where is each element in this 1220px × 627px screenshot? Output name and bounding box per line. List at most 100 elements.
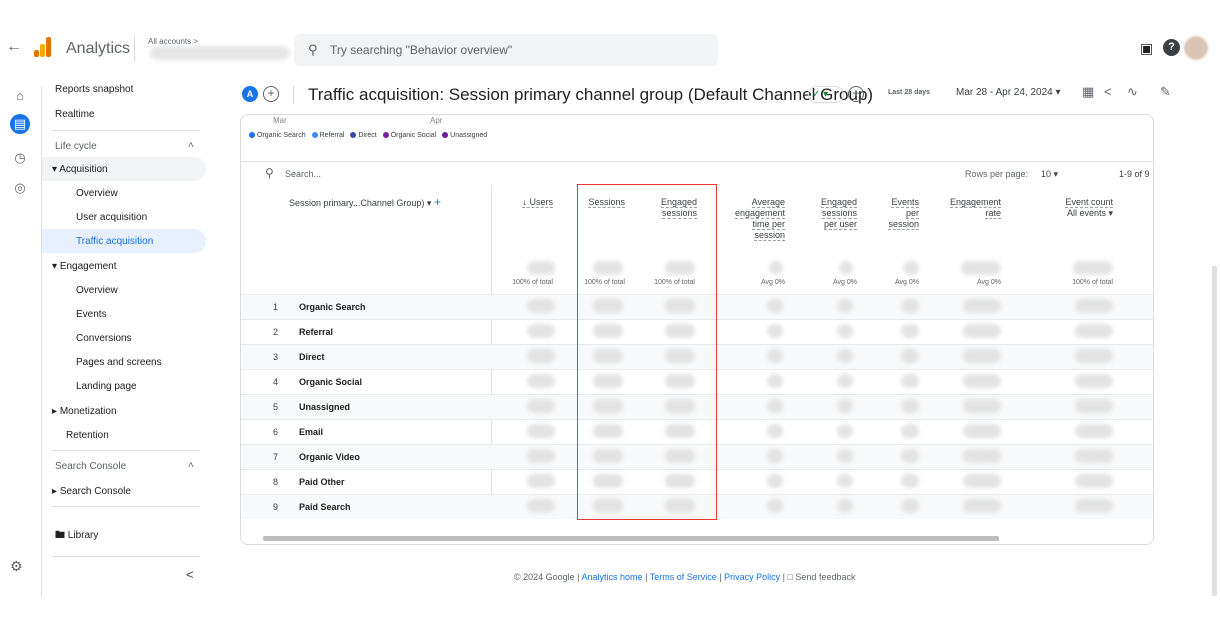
blurred-metric [963, 499, 1001, 513]
add-dimension-icon[interactable]: + [434, 195, 441, 209]
event-count-filter[interactable]: All events ▾ [1067, 208, 1113, 218]
blurred-metric [837, 349, 853, 363]
blurred-metric [901, 449, 919, 463]
nav-acq-overview[interactable]: Overview [76, 188, 118, 199]
nav-acquisition[interactable]: ▾ Acquisition [52, 164, 108, 175]
legend-label: Direct [358, 132, 377, 139]
row-channel: Organic Social [299, 377, 363, 387]
caret-down-icon: ▾ [52, 261, 60, 272]
blurred-metric [1075, 399, 1113, 413]
blurred-metric [1075, 499, 1113, 513]
blurred-metric [901, 474, 919, 488]
blurred-metric [527, 374, 555, 388]
col-event-count[interactable]: Event count All events ▾ [1023, 197, 1113, 219]
blurred-metric [1075, 374, 1113, 388]
nav-pages-and-screens[interactable]: Pages and screens [76, 357, 162, 368]
search-icon: ⚲ [308, 42, 318, 57]
col-avg-engagement-label: Average engagement time per session [734, 197, 785, 241]
comparison-badge[interactable]: A [242, 86, 258, 102]
divider [52, 130, 200, 131]
date-range-picker[interactable]: Mar 28 - Apr 24, 2024 ▾ [956, 87, 1061, 98]
nav-events[interactable]: Events [76, 309, 107, 320]
search-bar[interactable]: ⚲ Try searching "Behavior overview" [294, 34, 718, 66]
nav-conversions[interactable]: Conversions [76, 333, 132, 344]
nav-landing-page[interactable]: Landing page [76, 381, 137, 392]
accounts-breadcrumb[interactable]: All accounts > [148, 37, 198, 46]
row-index: 3 [273, 352, 279, 362]
analytics-home-link[interactable]: Analytics home [582, 572, 643, 582]
nav-search-console[interactable]: ▸ Search Console [52, 486, 131, 497]
chart-legend: Organic Search Referral Direct Organic S… [249, 132, 487, 139]
blurred-metric [1075, 299, 1113, 313]
explore-icon[interactable]: ◷ [10, 148, 30, 168]
chevron-up-icon[interactable]: ˄ [188, 140, 194, 151]
nav-search-console-label: Search Console [59, 486, 131, 497]
reports-icon[interactable]: ▤ [10, 114, 30, 134]
nav-library[interactable]: 🖿 Library [55, 528, 98, 545]
advertising-icon[interactable]: ◎ [10, 178, 30, 198]
nav-search-console-header[interactable]: Search Console [55, 461, 126, 472]
insights-icon[interactable]: ∿ [1127, 84, 1138, 100]
account-selector[interactable] [150, 46, 290, 60]
blurred-metric [837, 449, 853, 463]
blurred-metric [837, 399, 853, 413]
home-icon[interactable]: ⌂ [10, 86, 30, 106]
send-feedback-link[interactable]: Send feedback [795, 572, 855, 582]
total-caption: 100% of total [1072, 279, 1113, 286]
privacy-link[interactable]: Privacy Policy [724, 572, 780, 582]
table-search-input[interactable]: Search... [285, 169, 321, 179]
total-caption: Avg 0% [895, 279, 919, 286]
pencil-icon[interactable]: ✎ [1160, 84, 1171, 100]
gear-icon[interactable]: ⚙ [10, 558, 23, 575]
vertical-scrollbar[interactable] [1212, 266, 1217, 596]
blurred-metric [527, 299, 555, 313]
row-channel: Organic Search [299, 302, 366, 312]
nav-retention[interactable]: Retention [66, 430, 109, 441]
back-arrow-icon[interactable]: ← [6, 38, 22, 56]
col-engagement-rate[interactable]: Engagement rate [937, 197, 1001, 219]
blurred-metric [1075, 324, 1113, 338]
share-icon[interactable]: < [1104, 84, 1112, 99]
add-card-button[interactable]: + [848, 86, 864, 102]
nav-engagement-label: Engagement [59, 261, 117, 272]
nav-traffic-acquisition[interactable]: Traffic acquisition [76, 236, 153, 247]
dimension-header[interactable]: Session primary...Channel Group) ▾ + [289, 195, 441, 209]
chevron-up-icon[interactable]: ˄ [188, 460, 194, 471]
help-icon[interactable]: ? [1163, 39, 1180, 56]
row-index: 5 [273, 402, 279, 412]
blurred-metric [901, 399, 919, 413]
terms-link[interactable]: Terms of Service [650, 572, 717, 582]
horizontal-scrollbar[interactable] [263, 536, 999, 541]
row-channel: Email [299, 427, 324, 437]
folder-icon: 🖿 [55, 530, 68, 541]
nav-lifecycle-header[interactable]: Life cycle [55, 141, 97, 152]
col-avg-engagement[interactable]: Average engagement time per session [725, 197, 785, 241]
nav-user-acquisition[interactable]: User acquisition [76, 212, 147, 223]
blurred-metric [901, 324, 919, 338]
blurred-metric [837, 424, 853, 438]
total-caption: Avg 0% [761, 279, 785, 286]
total-value [961, 261, 1001, 275]
rows-per-page-select[interactable]: 10 ▾ [1041, 169, 1058, 180]
row-index: 4 [273, 377, 279, 387]
blurred-metric [901, 424, 919, 438]
analytics-logo[interactable] [34, 37, 56, 57]
collapse-nav-button[interactable]: < [186, 567, 194, 582]
nav-engagement[interactable]: ▾ Engagement [52, 261, 117, 272]
col-events-per-session[interactable]: Events per session [877, 197, 919, 230]
nav-monetization[interactable]: ▸ Monetization [52, 406, 117, 417]
avatar[interactable] [1184, 36, 1208, 60]
col-engaged-per-user[interactable]: Engaged sessions per user [807, 197, 857, 230]
blurred-metric [901, 349, 919, 363]
edit-report-icon[interactable]: ▦ [1082, 84, 1094, 100]
blurred-metric [901, 374, 919, 388]
highlight-box [577, 184, 717, 520]
nav-reports-snapshot[interactable]: Reports snapshot [55, 84, 133, 95]
nav-eng-overview[interactable]: Overview [76, 285, 118, 296]
status-check-dropdown[interactable]: ✓ ▾ [808, 86, 844, 103]
nav-realtime[interactable]: Realtime [55, 109, 94, 120]
apps-grid-icon[interactable]: ▣ [1140, 40, 1153, 57]
col-users[interactable]: ↓ Users [513, 197, 553, 208]
legend-swatch [350, 132, 357, 139]
add-comparison-button[interactable]: + [263, 86, 279, 102]
